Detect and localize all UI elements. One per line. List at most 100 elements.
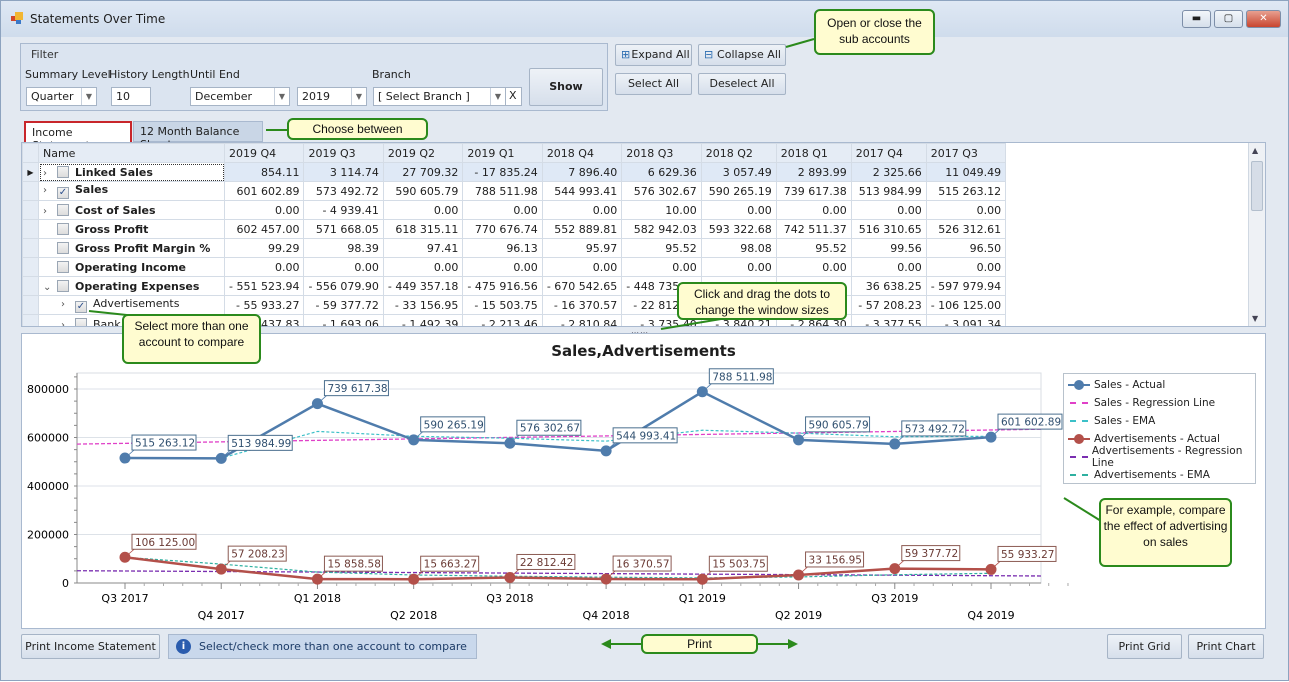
chevron-right-icon[interactable]: › bbox=[61, 299, 75, 310]
account-name-cell: › ✓ Sales bbox=[38, 181, 225, 201]
legend-label: Sales - Actual bbox=[1094, 379, 1166, 391]
legend-swatch bbox=[1068, 433, 1090, 445]
branch-clear-button[interactable]: X bbox=[505, 87, 522, 106]
x-tick-label: Q1 2019 bbox=[679, 592, 726, 605]
data-label: 33 156.95 bbox=[809, 554, 862, 566]
until-end-month-select[interactable]: December ▼ bbox=[190, 87, 290, 106]
row-checkbox[interactable] bbox=[57, 279, 69, 292]
print-income-statement-button[interactable]: Print Income Statement bbox=[21, 634, 160, 659]
tab-income-statement[interactable]: Income Statement bbox=[24, 121, 132, 152]
x-tick-label: Q4 2019 bbox=[967, 609, 1014, 622]
value-cell: - 1 492.39 bbox=[382, 314, 464, 326]
row-indicator bbox=[22, 257, 39, 277]
value-cell: - 57 208.23 bbox=[850, 295, 927, 315]
callout-choose-between: Choose between bbox=[287, 118, 428, 140]
select-all-button[interactable]: Select All bbox=[615, 73, 692, 95]
column-header[interactable]: 2017 Q4 bbox=[850, 143, 927, 163]
minimize-button[interactable]: ▬ bbox=[1182, 10, 1211, 28]
table-row[interactable]: › Cost of Sales 0.00- 4 939.41 0.00 0.00 0.00… bbox=[22, 200, 1007, 220]
row-checkbox[interactable] bbox=[75, 317, 87, 326]
history-length-label: History Length bbox=[109, 68, 190, 81]
column-header[interactable]: 2019 Q2 bbox=[382, 143, 464, 163]
table-row[interactable]: ⌄ Operating Expenses - 551 523.94- 556 079… bbox=[22, 276, 1007, 296]
print-grid-button[interactable]: Print Grid bbox=[1107, 634, 1182, 659]
value-cell: 0.00 bbox=[850, 257, 927, 277]
value-cell: 98.08 bbox=[700, 238, 777, 258]
value-cell: 10.00 bbox=[621, 200, 702, 220]
scroll-up-icon[interactable]: ▲ bbox=[1252, 146, 1258, 155]
row-checkbox[interactable] bbox=[57, 241, 69, 254]
y-tick-label: 800000 bbox=[27, 383, 69, 396]
column-header[interactable]: 2019 Q3 bbox=[303, 143, 384, 163]
chevron-right-icon[interactable]: › bbox=[61, 320, 75, 327]
column-header[interactable]: 2018 Q2 bbox=[700, 143, 777, 163]
chevron-down-icon[interactable]: ▼ bbox=[274, 88, 289, 105]
close-button[interactable]: ✕ bbox=[1246, 10, 1281, 28]
deselect-all-button[interactable]: Deselect All bbox=[698, 73, 786, 95]
chevron-down-icon[interactable]: ▼ bbox=[490, 88, 505, 105]
value-cell: - 1 693.06 bbox=[303, 314, 384, 326]
chevron-down-icon[interactable]: ⌄ bbox=[43, 282, 57, 293]
scrollbar-thumb[interactable] bbox=[1251, 161, 1263, 211]
grid-vertical-scrollbar[interactable]: ▲ ▼ bbox=[1248, 143, 1265, 326]
table-row[interactable]: Operating Income 0.00 0.00 0.00 0.00 0.00 0.00… bbox=[22, 257, 1007, 277]
row-checkbox[interactable]: ✓ bbox=[75, 301, 87, 313]
data-label: 515 263.12 bbox=[135, 438, 195, 450]
row-checkbox[interactable] bbox=[57, 260, 69, 273]
summary-level-select[interactable]: Quarter ▼ bbox=[26, 87, 97, 106]
value-cell: - 3 091.34 bbox=[925, 314, 1007, 326]
chevron-down-icon[interactable]: ▼ bbox=[81, 88, 96, 105]
table-row[interactable]: › ✓ Advertisements - 55 933.27- 59 377.72- … bbox=[22, 295, 1007, 315]
show-button[interactable]: Show bbox=[529, 68, 603, 106]
chevron-down-icon[interactable]: ▼ bbox=[351, 88, 366, 105]
row-checkbox[interactable] bbox=[57, 165, 69, 178]
table-row[interactable]: Gross Profit 602 457.00 571 668.05 618 315.… bbox=[22, 219, 1007, 239]
row-checkbox[interactable] bbox=[57, 203, 69, 216]
y-tick-label: 400000 bbox=[27, 480, 69, 493]
chevron-right-icon[interactable]: › bbox=[43, 206, 57, 217]
value-cell: - 2 810.84 bbox=[541, 314, 623, 326]
value-cell: 515 263.12 bbox=[925, 181, 1007, 201]
account-name: Bank bbox=[93, 317, 121, 327]
print-chart-button[interactable]: Print Chart bbox=[1188, 634, 1264, 659]
maximize-button[interactable]: ▢ bbox=[1214, 10, 1243, 28]
column-header[interactable]: 2019 Q1 bbox=[462, 143, 543, 163]
row-checkbox[interactable]: ✓ bbox=[57, 187, 69, 199]
value-cell: 788 511.98 bbox=[462, 181, 543, 201]
column-header[interactable]: 2019 Q4 bbox=[223, 143, 305, 163]
name-column-header[interactable]: Name bbox=[38, 143, 225, 163]
table-row[interactable]: ▶ › Linked Sales 854.11 3 114.74 27 709.32- 1… bbox=[22, 162, 1007, 182]
account-name: Operating Income bbox=[75, 260, 187, 274]
value-cell: 36 638.25 bbox=[850, 276, 927, 296]
expand-all-button[interactable]: ⊞ Expand All bbox=[615, 44, 692, 66]
row-indicator bbox=[22, 181, 39, 201]
value-cell: 602 457.00 bbox=[223, 219, 305, 239]
column-header[interactable]: 2018 Q4 bbox=[541, 143, 623, 163]
column-header[interactable]: 2018 Q3 bbox=[621, 143, 702, 163]
collapse-all-button[interactable]: ⊟ Collapse All bbox=[698, 44, 786, 66]
data-label: 739 617.38 bbox=[327, 383, 387, 395]
value-cell: 27 709.32 bbox=[382, 162, 464, 182]
column-header[interactable]: 2017 Q3 bbox=[925, 143, 1007, 163]
value-cell: 0.00 bbox=[382, 257, 464, 277]
title-bar: Statements Over Time ▬ ▢ ✕ bbox=[1, 1, 1288, 37]
table-row[interactable]: › ✓ Sales 601 602.89 573 492.72 590 605.79 788… bbox=[22, 181, 1007, 201]
summary-level-value: Quarter bbox=[31, 90, 74, 103]
table-row[interactable]: Gross Profit Margin % 99.29 98.39 97.41 96.1… bbox=[22, 238, 1007, 258]
chevron-right-icon[interactable]: › bbox=[43, 185, 57, 196]
value-cell: 0.00 bbox=[541, 257, 623, 277]
history-length-input[interactable]: 10 bbox=[111, 87, 151, 106]
value-cell: 2 325.66 bbox=[850, 162, 927, 182]
value-cell: - 55 933.27 bbox=[223, 295, 305, 315]
branch-select[interactable]: [ Select Branch ] ▼ bbox=[373, 87, 506, 106]
legend-item: Sales - Regression Line bbox=[1068, 394, 1251, 412]
value-cell: 739 617.38 bbox=[775, 181, 852, 201]
until-end-year-select[interactable]: 2019 ▼ bbox=[297, 87, 367, 106]
value-cell: 0.00 bbox=[775, 257, 852, 277]
account-name-cell: Gross Profit Margin % bbox=[38, 238, 225, 258]
row-checkbox[interactable] bbox=[57, 222, 69, 235]
tab-12-month-balance-sheet[interactable]: 12 Month Balance Sheet bbox=[133, 121, 263, 151]
chevron-right-icon[interactable]: › bbox=[43, 168, 57, 179]
scroll-down-icon[interactable]: ▼ bbox=[1252, 314, 1258, 323]
column-header[interactable]: 2018 Q1 bbox=[775, 143, 852, 163]
